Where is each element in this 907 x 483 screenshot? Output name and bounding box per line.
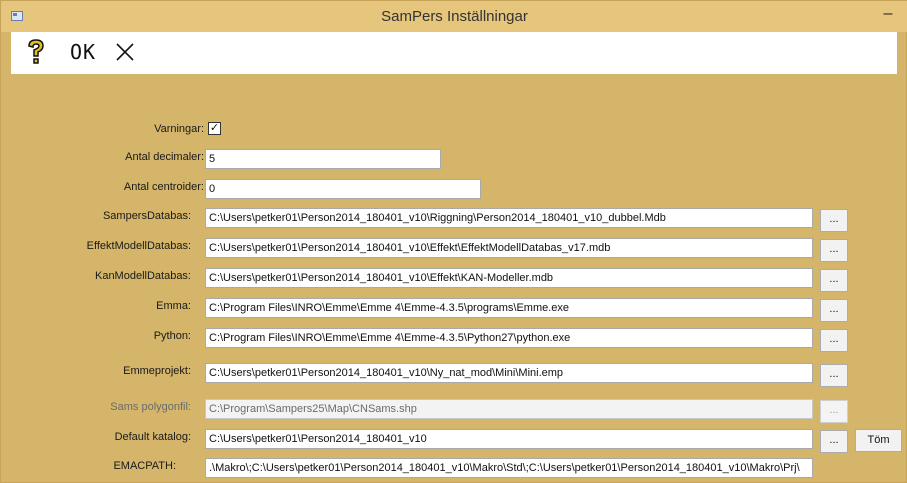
sampers-databas-browse-button[interactable]: ...	[820, 209, 848, 232]
question-mark-icon	[28, 39, 44, 64]
sams-polygonfil-browse-button: ...	[820, 400, 848, 423]
effekt-modell-databas-label: EffektModellDatabas:	[86, 240, 191, 252]
emma-label: Emma:	[156, 300, 191, 312]
emmeprojekt-input[interactable]: C:\Users\petker01\Person2014_180401_v10\…	[205, 363, 813, 383]
sampers-databas-label: SampersDatabas:	[102, 210, 191, 222]
ok-button[interactable]: OK	[63, 36, 103, 68]
emmeprojekt-label: Emmeprojekt:	[123, 365, 191, 377]
varningar-label: Varningar:	[154, 123, 204, 135]
sampers-databas-input[interactable]: C:\Users\petker01\Person2014_180401_v10\…	[205, 208, 813, 228]
antal-decimaler-input[interactable]: 5	[205, 149, 441, 169]
minimize-button[interactable]: –	[873, 5, 903, 27]
emacpath-label: EMACPATH:	[113, 460, 176, 472]
window-title: SamPers Inställningar	[381, 8, 528, 25]
antal-centroider-label: Antal centroider:	[123, 181, 204, 193]
default-katalog-browse-button[interactable]: ...	[820, 430, 848, 453]
help-button[interactable]	[23, 36, 49, 68]
tom-button[interactable]: Töm	[855, 429, 902, 452]
sams-polygonfil-input: C:\Program\Sampers25\Map\CNSams.shp	[205, 399, 813, 419]
python-browse-button[interactable]: ...	[820, 329, 848, 352]
antal-decimaler-label: Antal decimaler:	[125, 151, 204, 163]
python-label: Python:	[153, 330, 191, 342]
emma-input[interactable]: C:\Program Files\INRO\Emme\Emme 4\Emme-4…	[205, 298, 813, 318]
settings-window: SamPers Inställningar – OK Varningar: ✓ …	[0, 0, 907, 483]
python-input[interactable]: C:\Program Files\INRO\Emme\Emme 4\Emme-4…	[205, 328, 813, 348]
kan-modell-databas-browse-button[interactable]: ...	[820, 269, 848, 292]
close-icon	[116, 43, 134, 61]
title-bar[interactable]: SamPers Inställningar –	[1, 1, 907, 32]
sams-polygonfil-label: Sams polygonfil:	[110, 401, 191, 413]
varningar-checkbox[interactable]: ✓	[208, 122, 221, 135]
antal-centroider-input[interactable]: 0	[205, 179, 481, 199]
emma-browse-button[interactable]: ...	[820, 299, 848, 322]
default-katalog-label: Default katalog:	[114, 431, 191, 443]
kan-modell-databas-input[interactable]: C:\Users\petker01\Person2014_180401_v10\…	[205, 268, 813, 288]
kan-modell-databas-label: KanModellDatabas:	[94, 270, 191, 282]
effekt-modell-databas-browse-button[interactable]: ...	[820, 239, 848, 262]
effekt-modell-databas-input[interactable]: C:\Users\petker01\Person2014_180401_v10\…	[205, 238, 813, 258]
toolbar: OK	[11, 32, 897, 74]
emmeprojekt-browse-button[interactable]: ...	[820, 364, 848, 387]
emacpath-input[interactable]: .\Makro\;C:\Users\petker01\Person2014_18…	[205, 458, 813, 478]
default-katalog-input[interactable]: C:\Users\petker01\Person2014_180401_v10	[205, 429, 813, 449]
cancel-button[interactable]	[111, 36, 139, 68]
